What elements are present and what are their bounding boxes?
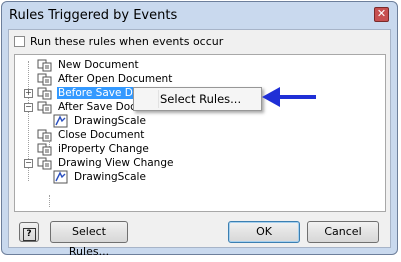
- run-rules-option[interactable]: Run these rules when events occur: [14, 34, 223, 49]
- cancel-button[interactable]: Cancel: [307, 221, 379, 243]
- tree-node-close-document[interactable]: Close Document: [37, 128, 145, 142]
- select-rules-button[interactable]: Select Rules...: [50, 221, 128, 258]
- tree-node-label: DrawingScale: [74, 115, 146, 127]
- collapse-icon[interactable]: −: [24, 103, 33, 112]
- event-icon: [37, 129, 52, 142]
- arrow-icon: [262, 87, 316, 107]
- collapse-icon[interactable]: −: [24, 159, 33, 168]
- tree-node-drawing-view-change[interactable]: Drawing View Change: [37, 156, 174, 170]
- events-tree[interactable]: New Document After Open Document + Befor…: [14, 54, 386, 212]
- tree-node-label: Close Document: [58, 129, 145, 141]
- context-menu: Select Rules...: [133, 87, 262, 111]
- event-icon: [37, 101, 52, 114]
- dialog-window: Rules Triggered by Events ✕ Run these ru…: [1, 1, 398, 258]
- title-bar: Rules Triggered by Events ✕: [2, 2, 397, 31]
- tree-line: [49, 195, 50, 207]
- tree-node-iproperty-change[interactable]: iProperty Change: [37, 142, 150, 156]
- run-rules-label: Run these rules when events occur: [30, 35, 224, 48]
- menu-separator: [158, 90, 159, 108]
- help-icon: ?: [22, 228, 36, 241]
- event-icon: [37, 143, 52, 156]
- event-icon: [37, 73, 52, 86]
- tree-node-label: Drawing View Change: [58, 157, 174, 169]
- context-menu-select-rules[interactable]: Select Rules...: [160, 92, 241, 106]
- tree-node-drawingscale[interactable]: DrawingScale: [53, 114, 147, 128]
- tree-node-label: After Open Document: [58, 73, 173, 85]
- event-icon: [37, 157, 52, 170]
- tree-node-drawingscale[interactable]: DrawingScale: [53, 170, 147, 184]
- drawing-rule-icon: [53, 114, 68, 128]
- drawing-rule-icon: [53, 170, 68, 184]
- close-icon: ✕: [376, 7, 387, 20]
- expand-icon[interactable]: +: [24, 89, 33, 98]
- event-icon: [37, 87, 52, 100]
- help-button[interactable]: ?: [19, 222, 39, 242]
- tree-node-label: DrawingScale: [74, 171, 146, 183]
- tree-node-after-open-document[interactable]: After Open Document: [37, 72, 173, 86]
- window-title: Rules Triggered by Events: [9, 8, 178, 23]
- tree-node-label: New Document: [58, 59, 139, 71]
- run-rules-checkbox[interactable]: [14, 36, 25, 47]
- close-button[interactable]: ✕: [374, 7, 389, 22]
- dialog-content: Run these rules when events occur New Do…: [8, 29, 391, 258]
- tree-node-new-document[interactable]: New Document: [37, 58, 140, 72]
- event-icon: [37, 59, 52, 72]
- ok-button[interactable]: OK: [228, 221, 300, 243]
- tree-node-label: iProperty Change: [58, 143, 149, 155]
